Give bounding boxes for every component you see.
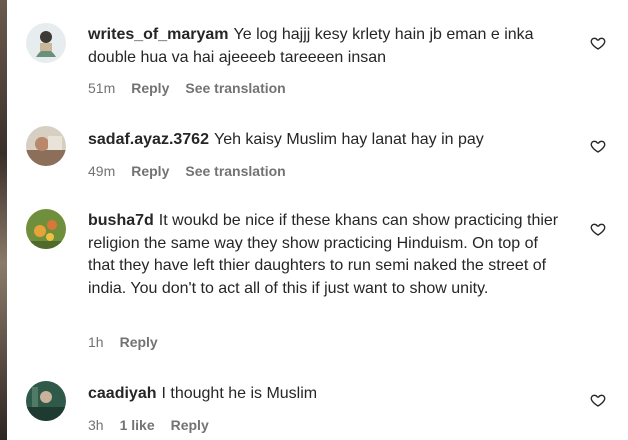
comment-meta: 49m Reply See translation	[88, 163, 286, 179]
avatar-photo-icon	[26, 126, 66, 166]
see-translation-button[interactable]: See translation	[185, 163, 285, 179]
avatar[interactable]	[26, 209, 66, 249]
reply-button[interactable]: Reply	[120, 334, 158, 350]
avatar-photo-icon	[26, 381, 66, 421]
heart-outline-icon	[590, 140, 606, 153]
reply-button[interactable]: Reply	[171, 417, 209, 433]
like-button[interactable]	[590, 35, 606, 51]
reply-button[interactable]: Reply	[131, 163, 169, 179]
avatar[interactable]	[26, 381, 66, 421]
comment-username[interactable]: sadaf.ayaz.3762	[88, 131, 209, 148]
comment-username[interactable]: writes_of_maryam	[88, 26, 229, 43]
comment-username[interactable]: busha7d	[88, 212, 154, 229]
comment-meta: 51m Reply See translation	[88, 80, 286, 96]
reply-button[interactable]: Reply	[131, 80, 169, 96]
comment-time: 51m	[88, 80, 116, 96]
likes-count-button[interactable]: 1 like	[120, 417, 155, 433]
avatar-flower-icon	[26, 209, 66, 249]
like-button[interactable]	[590, 221, 606, 237]
heart-outline-icon	[590, 37, 606, 50]
comment-body: I thought he is Muslim	[161, 385, 318, 402]
comment-time: 1h	[88, 334, 104, 350]
background-image-edge	[0, 0, 7, 440]
comment-text: caadiyah I thought he is Muslim	[88, 383, 568, 406]
heart-outline-icon	[590, 223, 606, 236]
heart-outline-icon	[590, 394, 606, 407]
comment-meta: 1h Reply	[88, 334, 158, 350]
like-button[interactable]	[590, 138, 606, 154]
comment-body: Yeh kaisy Muslim hay lanat hay in pay	[213, 131, 484, 148]
comment-text: writes_of_maryam Ye log hajjj kesy krlety…	[88, 24, 568, 69]
comment-time: 49m	[88, 163, 116, 179]
comment-text: sadaf.ayaz.3762 Yeh kaisy Muslim hay lana…	[88, 129, 568, 152]
comment-meta: 3h 1 like Reply	[88, 417, 209, 433]
like-button[interactable]	[590, 392, 606, 408]
see-translation-button[interactable]: See translation	[185, 80, 285, 96]
avatar[interactable]	[26, 126, 66, 166]
comment-text: busha7d It woukd be nice if these khans c…	[88, 210, 568, 300]
comment-body: It woukd be nice if these khans can show…	[88, 212, 559, 297]
avatar[interactable]	[26, 23, 66, 63]
avatar-illustration-icon	[26, 23, 66, 63]
comment-username[interactable]: caadiyah	[88, 385, 156, 402]
comment-time: 3h	[88, 417, 104, 433]
